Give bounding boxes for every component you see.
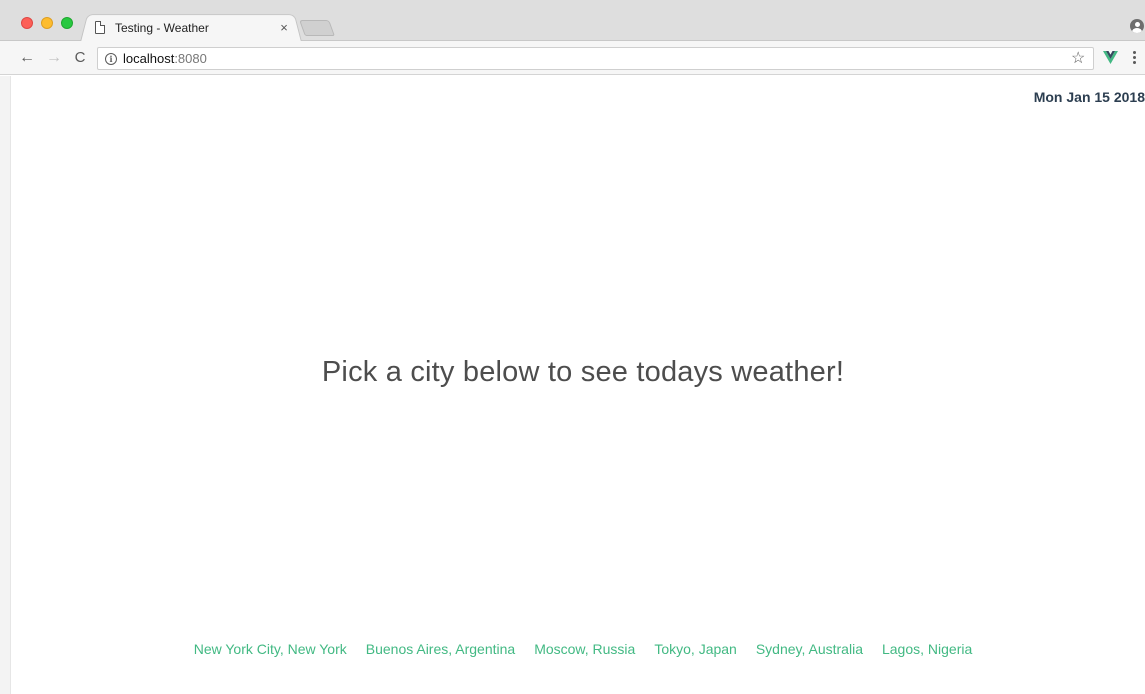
active-tab-content[interactable]: Testing - Weather × xyxy=(86,14,296,41)
weather-app: Mon Jan 15 2018 Pick a city below to see… xyxy=(11,76,1145,694)
address-bar[interactable]: i localhost:8080 ☆ xyxy=(97,47,1094,70)
bookmark-star-icon[interactable]: ☆ xyxy=(1071,49,1085,69)
url-host: localhost xyxy=(123,51,175,66)
page-icon xyxy=(95,21,105,34)
tab-title: Testing - Weather xyxy=(115,20,209,35)
city-link-tokyo[interactable]: Tokyo, Japan xyxy=(654,641,737,657)
new-tab-button[interactable] xyxy=(299,20,335,36)
tab-strip: Testing - Weather × xyxy=(0,0,1145,42)
window-minimize-button[interactable] xyxy=(41,17,53,29)
vue-devtools-icon[interactable] xyxy=(1103,51,1118,64)
info-icon[interactable]: i xyxy=(105,53,117,65)
window-maximize-button[interactable] xyxy=(61,17,73,29)
browser-menu-icon[interactable] xyxy=(1131,51,1137,65)
current-date: Mon Jan 15 2018 xyxy=(1033,89,1145,105)
profile-icon[interactable] xyxy=(1130,19,1144,33)
page-headline: Pick a city below to see todays weather! xyxy=(321,356,845,388)
city-link-moscow[interactable]: Moscow, Russia xyxy=(534,641,635,657)
city-list: New York City, New York Buenos Aires, Ar… xyxy=(11,641,1145,657)
city-link-lagos[interactable]: Lagos, Nigeria xyxy=(882,641,972,657)
forward-arrow-icon[interactable]: → xyxy=(44,47,64,69)
reload-icon[interactable]: C xyxy=(70,47,90,69)
tab-close-icon[interactable]: × xyxy=(276,20,292,35)
city-link-buenos-aires[interactable]: Buenos Aires, Argentina xyxy=(366,641,515,657)
page-left-edge xyxy=(0,76,11,694)
url-text[interactable]: localhost:8080 xyxy=(123,51,207,67)
url-port: :8080 xyxy=(174,51,207,66)
city-link-sydney[interactable]: Sydney, Australia xyxy=(756,641,863,657)
city-link-new-york[interactable]: New York City, New York xyxy=(194,641,347,657)
window-close-button[interactable] xyxy=(21,17,33,29)
back-arrow-icon[interactable]: ← xyxy=(17,47,37,69)
